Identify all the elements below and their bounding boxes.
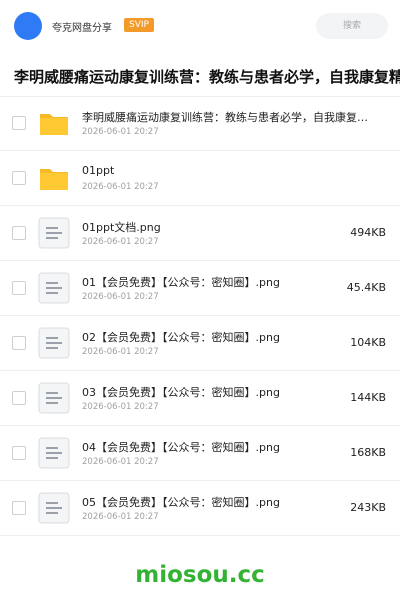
app-name: 夸克网盘分享 [52, 23, 112, 34]
file-time: 2026-06-01 20:27 [82, 127, 159, 137]
file-icon [38, 217, 70, 249]
folder-icon [38, 107, 70, 139]
row-checkbox[interactable] [12, 281, 26, 295]
file-name[interactable]: 03【会员免费】【公众号：密知圈】.png [82, 384, 372, 400]
file-row[interactable]: 01ppt文档.png 2026-06-01 20:27 494KB [0, 206, 400, 261]
file-time: 2026-06-01 20:27 [82, 182, 159, 192]
file-icon [38, 492, 70, 524]
file-icon [38, 327, 70, 359]
avatar[interactable] [14, 12, 42, 40]
file-time: 2026-06-01 20:27 [82, 402, 159, 412]
file-size: 168KB [350, 446, 386, 459]
file-size: 104KB [350, 336, 386, 349]
file-time: 2026-06-01 20:27 [82, 512, 159, 522]
file-name[interactable]: 02【会员免费】【公众号：密知圈】.png [82, 329, 372, 345]
file-name[interactable]: 李明威腰痛运动康复训练营：教练与患者必学，自我康复精华 [82, 109, 372, 125]
file-name[interactable]: 01ppt [82, 164, 372, 177]
file-time: 2026-06-01 20:27 [82, 347, 159, 357]
file-name[interactable]: 04【会员免费】【公众号：密知圈】.png [82, 439, 372, 455]
row-checkbox[interactable] [12, 226, 26, 240]
file-row[interactable]: 李明威腰痛运动康复训练营：教练与患者必学，自我康复精华 2026-06-01 20… [0, 96, 400, 151]
file-size: 494KB [350, 226, 386, 239]
file-time: 2026-06-01 20:27 [82, 457, 159, 467]
header: 夸克网盘分享 SVIP 搜索 [0, 0, 400, 52]
row-checkbox[interactable] [12, 171, 26, 185]
watermark: miosou.cc [135, 562, 265, 588]
file-time: 2026-06-01 20:27 [82, 292, 159, 302]
page-title: 李明威腰痛运动康复训练营：教练与患者必学，自我康复精 [14, 68, 400, 86]
row-checkbox[interactable] [12, 116, 26, 130]
file-size: 243KB [350, 501, 386, 514]
search-input[interactable]: 搜索 [316, 13, 388, 39]
file-row[interactable]: 04【会员免费】【公众号：密知圈】.png 2026-06-01 20:27 168… [0, 426, 400, 481]
file-row[interactable]: 01ppt 2026-06-01 20:27 [0, 151, 400, 206]
svip-badge: SVIP [124, 18, 154, 32]
file-name[interactable]: 01【会员免费】【公众号：密知圈】.png [82, 274, 372, 290]
file-row[interactable]: 02【会员免费】【公众号：密知圈】.png 2026-06-01 20:27 104… [0, 316, 400, 371]
file-name[interactable]: 01ppt文档.png [82, 219, 372, 235]
file-icon [38, 272, 70, 304]
folder-icon [38, 162, 70, 194]
file-time: 2026-06-01 20:27 [82, 237, 159, 247]
row-checkbox[interactable] [12, 391, 26, 405]
file-row[interactable]: 03【会员免费】【公众号：密知圈】.png 2026-06-01 20:27 144… [0, 371, 400, 426]
file-row[interactable]: 01【会员免费】【公众号：密知圈】.png 2026-06-01 20:27 45.… [0, 261, 400, 316]
file-size: 144KB [350, 391, 386, 404]
row-checkbox[interactable] [12, 446, 26, 460]
file-icon [38, 437, 70, 469]
file-name[interactable]: 05【会员免费】【公众号：密知圈】.png [82, 494, 372, 510]
row-checkbox[interactable] [12, 336, 26, 350]
file-row[interactable]: 05【会员免费】【公众号：密知圈】.png 2026-06-01 20:27 243… [0, 481, 400, 536]
file-size: 45.4KB [346, 281, 386, 294]
file-icon [38, 382, 70, 414]
file-list: 李明威腰痛运动康复训练营：教练与患者必学，自我康复精华 2026-06-01 20… [0, 96, 400, 536]
row-checkbox[interactable] [12, 501, 26, 515]
title-bar: 李明威腰痛运动康复训练营：教练与患者必学，自我康复精 [0, 56, 400, 97]
